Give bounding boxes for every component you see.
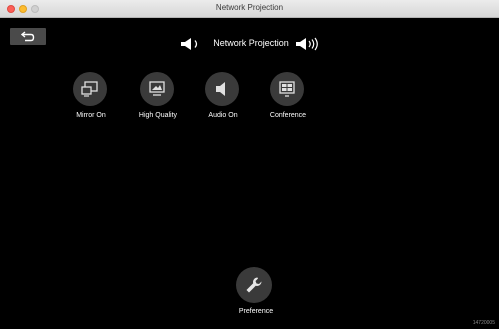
speaker-icon (216, 82, 225, 96)
window-title: Network Projection (215, 3, 284, 12)
volume-down-icon[interactable] (180, 37, 202, 51)
conference-button[interactable]: Conference (258, 72, 318, 132)
conference-label: Conference (269, 112, 307, 119)
preference-label: Preference (238, 308, 274, 315)
audio-on-button[interactable]: Audio On (193, 72, 253, 132)
preference-button[interactable]: Preference (226, 267, 286, 327)
mirror-screen-icon (81, 81, 98, 97)
version-text: 14720005 (472, 320, 495, 326)
header: Network Projection (0, 36, 499, 52)
conference-icon (279, 81, 295, 97)
high-quality-button[interactable]: High Quality (128, 72, 188, 132)
mirror-on-button[interactable]: Mirror On (61, 72, 121, 132)
title-bar: Network Projection (0, 0, 499, 18)
volume-up-icon[interactable] (295, 37, 325, 51)
header-title: Network Projection (213, 38, 289, 48)
high-quality-icon (149, 81, 165, 96)
app-window: Network Projection Network Projection Mi… (0, 0, 499, 329)
wrench-icon (246, 277, 262, 293)
